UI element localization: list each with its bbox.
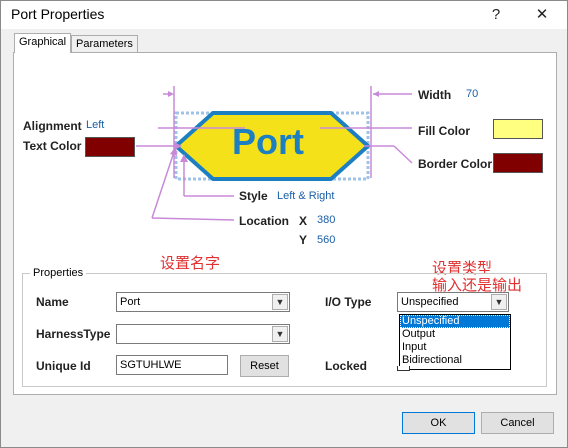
width-value[interactable]: 70 xyxy=(466,88,478,100)
unique-id-label: Unique Id xyxy=(36,359,91,373)
io-type-dropdown-list[interactable]: Unspecified Output Input Bidirectional xyxy=(399,314,511,370)
chevron-down-icon[interactable]: ▼ xyxy=(272,326,288,342)
alignment-label: Alignment xyxy=(23,119,82,133)
text-color-label: Text Color xyxy=(23,139,82,153)
port-label-text: Port xyxy=(232,121,304,162)
location-y-value[interactable]: 560 xyxy=(317,234,335,246)
chevron-down-icon[interactable]: ▼ xyxy=(272,294,288,310)
harness-type-label: HarnessType xyxy=(36,327,111,341)
locked-label: Locked xyxy=(325,359,368,373)
text-color-swatch[interactable] xyxy=(85,137,135,157)
harness-type-combobox[interactable] xyxy=(116,324,290,344)
location-label: Location xyxy=(239,214,289,228)
annotation-set-name: 设置名字 xyxy=(160,254,221,272)
location-x-value[interactable]: 380 xyxy=(317,214,335,226)
border-color-label: Border Color xyxy=(418,157,493,171)
tab-graphical[interactable]: Graphical xyxy=(14,33,72,53)
fill-color-label: Fill Color xyxy=(418,124,470,138)
name-label: Name xyxy=(36,295,69,309)
io-option-input[interactable]: Input xyxy=(400,341,510,354)
io-option-output[interactable]: Output xyxy=(400,328,510,341)
io-option-bidirectional[interactable]: Bidirectional xyxy=(400,354,510,367)
name-value: Port xyxy=(120,296,141,308)
reset-button[interactable]: Reset xyxy=(240,355,289,377)
io-option-unspecified[interactable]: Unspecified xyxy=(400,315,510,328)
locked-checkbox[interactable] xyxy=(397,366,410,371)
style-label: Style xyxy=(239,189,268,203)
fill-color-swatch[interactable] xyxy=(493,119,543,139)
io-type-value: Unspecified xyxy=(401,296,459,308)
location-y-label: Y xyxy=(299,233,308,247)
location-x-label: X xyxy=(299,214,308,228)
ok-button[interactable]: OK xyxy=(402,412,475,434)
io-type-label: I/O Type xyxy=(325,295,372,309)
cancel-button[interactable]: Cancel xyxy=(481,412,554,434)
alignment-value[interactable]: Left xyxy=(86,119,104,131)
name-combobox[interactable]: Port xyxy=(116,292,290,312)
unique-id-value: SGTUHLWE xyxy=(120,359,182,371)
unique-id-input[interactable]: SGTUHLWE xyxy=(116,355,228,375)
chevron-down-icon[interactable]: ▼ xyxy=(491,294,507,310)
width-label: Width xyxy=(418,88,452,102)
border-color-swatch[interactable] xyxy=(493,153,543,173)
style-value[interactable]: Left & Right xyxy=(277,190,334,202)
properties-group-title: Properties xyxy=(30,267,87,279)
